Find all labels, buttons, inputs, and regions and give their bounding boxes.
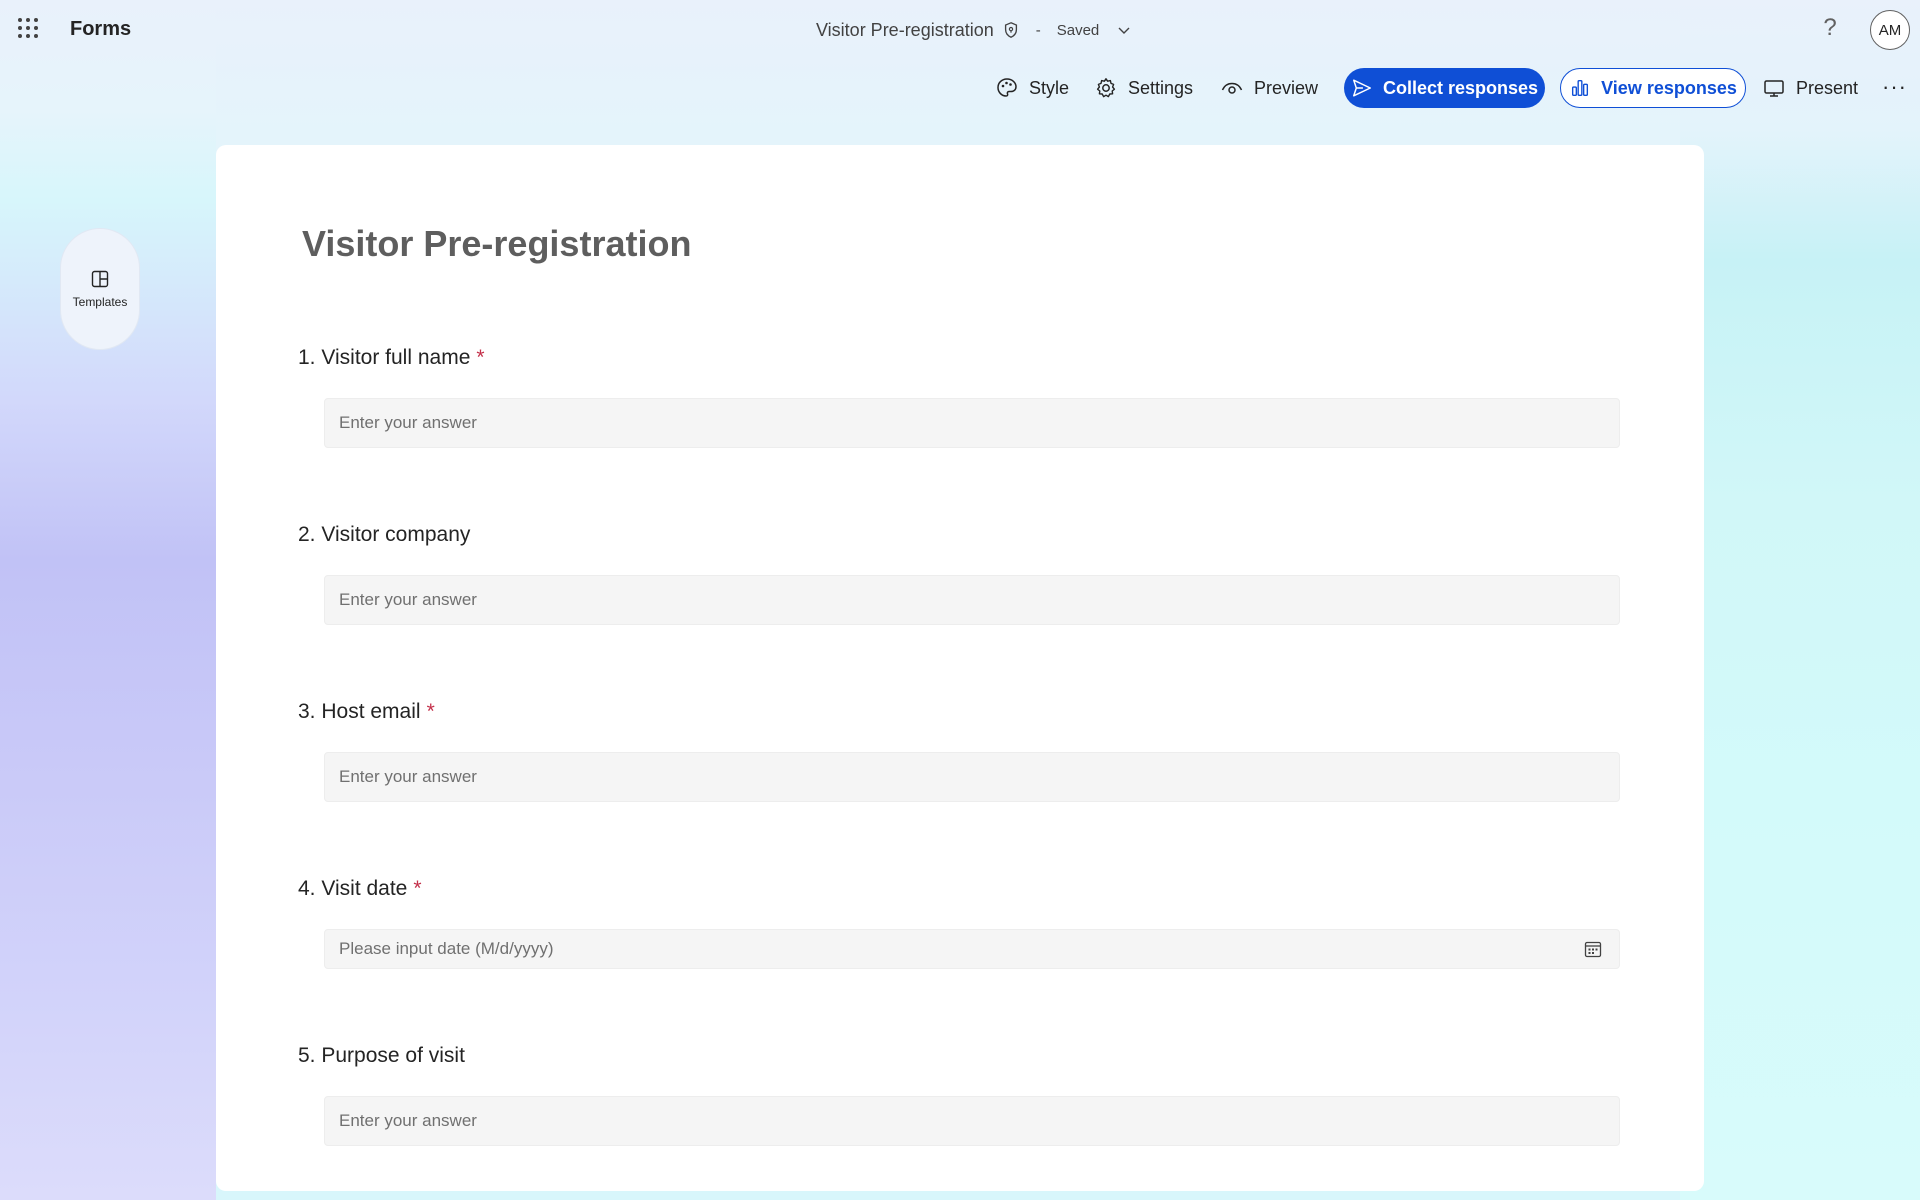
avatar[interactable]: AM [1870, 10, 1910, 50]
required-marker: * [413, 877, 422, 900]
preview-button[interactable]: Preview [1220, 68, 1318, 108]
question-3: 3. Host email * [298, 700, 435, 724]
style-label: Style [1029, 77, 1070, 98]
form-card: Visitor Pre-registration 1. Visitor full… [216, 145, 1704, 1191]
templates-label: Templates [72, 295, 128, 309]
question-label: Visit date [321, 877, 408, 900]
shield-icon [1004, 22, 1017, 38]
command-bar: Style Settings Preview Collect responses… [0, 68, 1920, 108]
calendar-icon[interactable] [1584, 940, 1602, 958]
background-right [1680, 0, 1920, 1200]
view-responses-label: View responses [1601, 77, 1737, 98]
question-label: Visitor full name [321, 346, 471, 369]
more-options-button[interactable]: ··· [1882, 74, 1907, 100]
question-label: Purpose of visit [321, 1044, 465, 1067]
send-icon [1352, 79, 1371, 97]
gear-icon [1096, 78, 1116, 98]
question-number: 1. [298, 346, 316, 369]
question-4: 4. Visit date * [298, 877, 422, 901]
question-label: Visitor company [321, 523, 471, 546]
visitor-full-name-input[interactable] [324, 398, 1620, 448]
save-status-separator: - [1035, 21, 1041, 39]
present-button[interactable]: Present [1762, 68, 1858, 108]
host-email-input[interactable] [324, 752, 1620, 802]
app-launcher-icon[interactable] [18, 18, 40, 40]
collect-responses-label: Collect responses [1382, 77, 1539, 98]
question-number: 3. [298, 700, 316, 723]
question-number: 2. [298, 523, 316, 546]
save-status: Saved [1056, 21, 1100, 39]
visitor-company-input[interactable] [324, 575, 1620, 625]
chevron-down-icon[interactable] [1117, 23, 1131, 37]
document-title-area[interactable]: Visitor Pre-registration - Saved [816, 18, 1131, 42]
view-responses-button[interactable]: View responses [1560, 68, 1746, 108]
collect-responses-button[interactable]: Collect responses [1344, 68, 1545, 108]
present-label: Present [1796, 77, 1859, 98]
required-marker: * [426, 700, 435, 723]
templates-icon [91, 270, 109, 288]
purpose-of-visit-input[interactable] [324, 1096, 1620, 1146]
question-5: 5. Purpose of visit [298, 1044, 465, 1068]
preview-label: Preview [1254, 77, 1319, 98]
bar-chart-icon [1572, 79, 1589, 97]
question-number: 5. [298, 1044, 316, 1067]
required-marker: * [476, 346, 485, 369]
help-button[interactable]: ? [1818, 14, 1842, 44]
app-name[interactable]: Forms [70, 18, 131, 41]
top-bar: Forms Visitor Pre-registration - Saved ?… [0, 0, 1920, 60]
templates-button[interactable]: Templates [60, 228, 140, 350]
form-title[interactable]: Visitor Pre-registration [302, 223, 691, 265]
question-label: Host email [321, 700, 421, 723]
settings-label: Settings [1128, 77, 1194, 98]
question-1: 1. Visitor full name * [298, 346, 485, 370]
visit-date-input[interactable] [324, 929, 1620, 969]
palette-icon [997, 78, 1017, 97]
style-button[interactable]: Style [995, 68, 1069, 108]
document-title[interactable]: Visitor Pre-registration [816, 20, 994, 41]
question-number: 4. [298, 877, 316, 900]
monitor-icon [1764, 80, 1784, 97]
question-2: 2. Visitor company [298, 523, 470, 547]
eye-icon [1221, 82, 1243, 94]
settings-button[interactable]: Settings [1094, 68, 1193, 108]
